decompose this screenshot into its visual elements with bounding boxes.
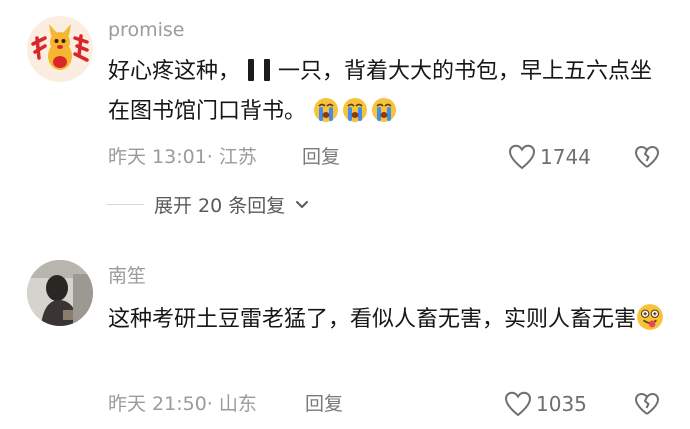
divider-line <box>106 204 144 205</box>
username[interactable]: 南笙 <box>108 264 146 288</box>
heart-icon <box>504 391 532 417</box>
crying-face-emoji-icon <box>343 98 368 122</box>
comment-text: 好心疼这种， 一只，背着大大的书包，早上五六点坐在图书馆门口背书。 <box>108 52 668 132</box>
redacted-mark-icon <box>264 59 271 81</box>
dislike-broken-heart-icon[interactable] <box>634 392 660 416</box>
comment-text-part-1: 好心疼这种， <box>108 59 241 84</box>
photo-avatar-icon <box>27 260 93 326</box>
crying-face-emoji-icon <box>372 98 397 122</box>
like-count: 1035 <box>536 392 587 416</box>
dislike-broken-heart-icon[interactable] <box>634 145 660 169</box>
time-location: 昨天 13:01· 江苏 <box>108 146 257 168</box>
expand-replies-button[interactable]: 展开 20 条回复 <box>106 191 309 218</box>
comment-text-content: 这种考研土豆雷老猛了，看似人畜无害，实则人畜无害 <box>108 307 637 332</box>
avatar[interactable] <box>27 16 93 82</box>
like-button[interactable]: 1035 <box>504 391 587 417</box>
mascot-avatar-icon <box>27 16 93 82</box>
like-button[interactable]: 1744 <box>508 144 591 170</box>
reply-button[interactable]: 回复 <box>302 145 340 169</box>
crying-face-emoji-icon <box>314 98 339 122</box>
heart-icon <box>508 144 536 170</box>
like-count: 1744 <box>540 145 591 169</box>
chevron-down-icon <box>296 200 309 208</box>
avatar[interactable] <box>27 260 93 326</box>
username[interactable]: promise <box>108 18 184 42</box>
dizzy-tongue-face-emoji-icon <box>637 304 663 330</box>
expand-replies-label: 展开 20 条回复 <box>154 195 286 217</box>
time-location: 昨天 21:50· 山东 <box>108 393 257 415</box>
reply-button[interactable]: 回复 <box>305 392 343 416</box>
comment-text: 这种考研土豆雷老猛了，看似人畜无害，实则人畜无害 <box>108 300 668 340</box>
redacted-mark-icon <box>248 59 255 81</box>
